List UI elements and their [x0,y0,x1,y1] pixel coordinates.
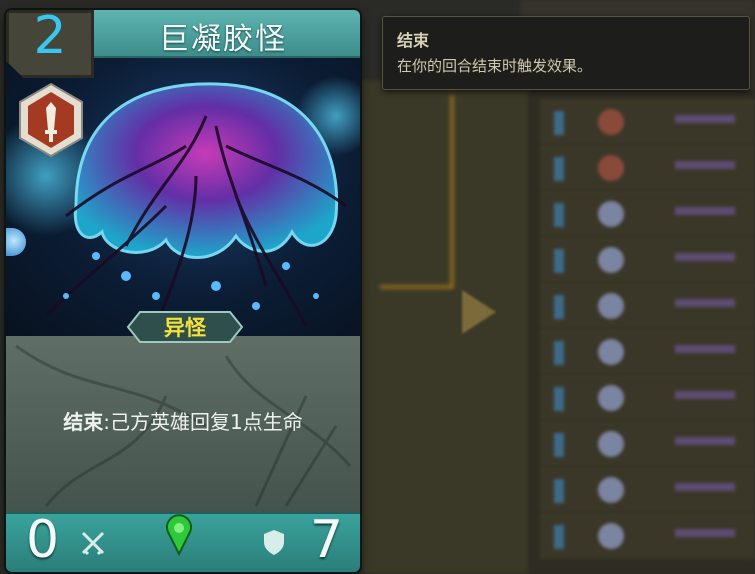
deck-row[interactable] [540,422,755,467]
tooltip-body: 在你的回合结束时触发效果。 [397,57,593,75]
deck-row[interactable] [540,330,755,375]
effect-description: :己方英雄回复1点生命 [103,410,303,434]
deck-row[interactable] [540,238,755,283]
attack-value: 0 [26,510,60,570]
crossed-swords-icon [81,531,105,556]
deck-row[interactable] [540,376,755,421]
tribe-label: 异怪 [164,316,206,340]
deck-row[interactable] [540,100,755,145]
deck-row[interactable] [540,192,755,237]
green-gem-icon [166,514,192,556]
card-effect-text: 结束:己方英雄回复1点生命 [6,406,360,435]
tooltip-title: 结束 [397,31,430,50]
effect-keyword[interactable]: 结束 [63,410,103,434]
health-value: 7 [310,510,344,570]
card-name: 巨凝胶怪 [159,22,287,57]
shield-icon [264,530,284,555]
deck-row[interactable] [540,146,755,191]
mana-cost: 2 [33,10,67,66]
minion-card[interactable]: 巨凝胶怪 2 异怪 结束:己方英雄回复1点生命 0 7 [6,10,360,572]
deck-row[interactable] [540,514,755,559]
background-arrow-icon [462,290,496,334]
sword-shield-icon [19,82,83,158]
deck-row[interactable] [540,284,755,329]
deck-row[interactable] [540,468,755,513]
background-frame [380,95,454,289]
keyword-tooltip: 结束 在你的回合结束时触发效果。 [382,16,750,90]
